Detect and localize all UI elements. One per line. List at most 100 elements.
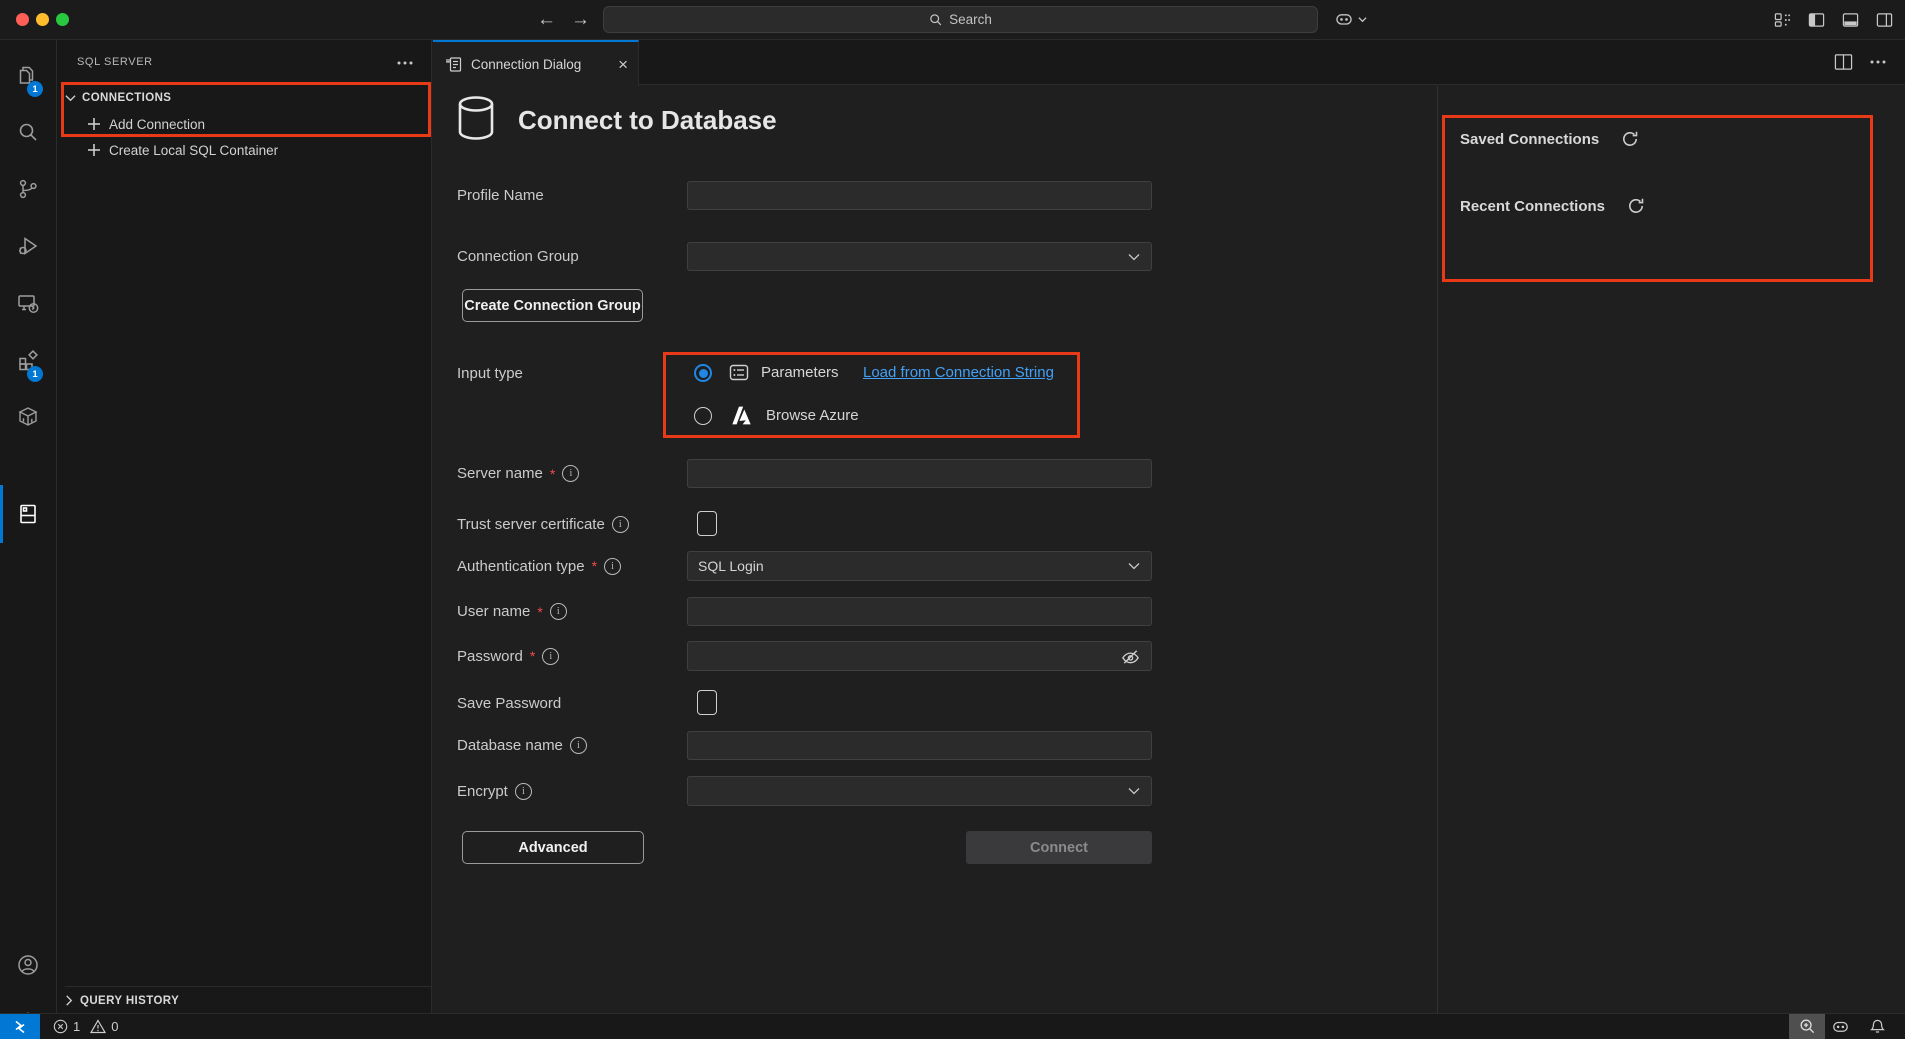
chevron-down-icon [1128,253,1140,261]
required-marker: * [530,648,535,664]
recent-connections-title: Recent Connections [1460,198,1605,215]
primary-sidebar: SQL SERVER CONNECTIONS Add Connection Cr… [57,40,432,1013]
parameters-radio[interactable] [694,364,712,382]
save-password-checkbox[interactable] [697,690,717,715]
database-name-label: Database name [457,731,587,760]
trust-server-certificate-label: Trust server certificate [457,510,629,538]
connection-group-dropdown[interactable] [687,242,1152,271]
error-count: 1 [73,1019,80,1034]
tab-close-icon[interactable]: × [618,56,628,73]
run-debug-icon[interactable] [16,234,40,258]
zoom-status-item[interactable] [1789,1014,1825,1039]
search-label: Search [949,12,992,27]
back-arrow-icon[interactable]: ← [537,10,556,29]
search-view-icon[interactable] [16,120,40,144]
toggle-panel-icon[interactable] [1842,12,1859,28]
info-icon[interactable] [515,783,532,800]
info-icon[interactable] [570,737,587,754]
connections-section-label: CONNECTIONS [82,92,171,104]
query-history-section-header[interactable]: QUERY HISTORY [65,986,432,1014]
trust-server-certificate-checkbox[interactable] [697,511,717,536]
sql-server-view-icon[interactable] [16,502,40,526]
authentication-type-dropdown[interactable]: SQL Login [687,551,1152,581]
copilot-icon [1334,9,1354,29]
active-view-indicator [0,485,3,543]
command-center-search[interactable]: Search [603,6,1318,33]
connection-dialog-icon [445,55,463,73]
info-icon[interactable] [550,603,567,620]
toggle-secondary-sidebar-icon[interactable] [1876,12,1893,28]
required-marker: * [592,558,597,574]
browse-azure-radio-label[interactable]: Browse Azure [766,407,859,425]
eye-off-icon[interactable] [1120,646,1141,666]
load-from-connection-string-link[interactable]: Load from Connection String [863,364,1054,382]
info-icon[interactable] [542,648,559,665]
warning-icon [90,1019,106,1034]
editor-tab-bar [433,40,1905,85]
window-close-button[interactable] [16,13,29,26]
user-name-input[interactable] [687,597,1152,626]
activity-bar: 1 [0,40,57,1013]
accounts-icon[interactable] [16,953,40,977]
info-icon[interactable] [612,516,629,533]
split-editor-icon[interactable] [1834,53,1853,71]
password-label: Password* [457,641,559,671]
window-minimize-button[interactable] [36,13,49,26]
forward-arrow-icon[interactable]: → [571,10,590,29]
save-password-label: Save Password [457,689,561,717]
add-connection-label: Add Connection [109,117,205,132]
refresh-icon[interactable] [1627,197,1645,215]
vscode-window: ← → Search [0,0,1905,1039]
plus-icon [87,117,101,131]
password-input[interactable] [687,641,1152,671]
query-history-label: QUERY HISTORY [80,995,179,1007]
sidebar-more-actions-icon[interactable] [395,54,415,72]
connections-section-header[interactable]: CONNECTIONS [65,86,425,110]
connection-group-label: Connection Group [457,242,579,271]
encrypt-dropdown[interactable] [687,776,1152,806]
container-tools-icon[interactable] [16,405,40,429]
parameters-radio-label[interactable]: Parameters [761,364,839,382]
tab-connection-dialog[interactable]: Connection Dialog × [433,40,639,86]
status-bar: 1 0 [0,1013,1905,1039]
chevron-down-icon [1358,16,1367,23]
notifications-bell-icon[interactable] [1869,1018,1886,1035]
chevron-right-icon [65,995,73,1006]
authentication-type-value: SQL Login [698,558,764,574]
panel-divider [1437,86,1438,1013]
customize-layout-icon[interactable] [1774,12,1791,28]
remote-explorer-icon[interactable] [16,291,40,315]
chevron-down-icon [1128,787,1140,795]
window-zoom-button[interactable] [56,13,69,26]
editor-more-actions-icon[interactable] [1868,56,1888,68]
sidebar-item-add-connection[interactable]: Add Connection [87,111,427,137]
connection-dialog-webview [433,86,1905,1013]
copilot-menu[interactable] [1334,9,1367,29]
problems-status-item[interactable]: 1 0 [53,1014,118,1039]
connect-button[interactable]: Connect [966,831,1152,864]
profile-name-input[interactable] [687,181,1152,210]
copilot-status-icon[interactable] [1831,1017,1850,1036]
parameters-icon [729,363,749,382]
saved-connections-title: Saved Connections [1460,131,1599,148]
server-name-input[interactable] [687,459,1152,488]
database-name-input[interactable] [687,731,1152,760]
toggle-primary-sidebar-icon[interactable] [1808,12,1825,28]
required-marker: * [537,604,542,620]
sidebar-item-create-local-sql-container[interactable]: Create Local SQL Container [87,137,427,163]
info-icon[interactable] [562,465,579,482]
remote-indicator[interactable] [0,1014,40,1039]
server-name-label: Server name* [457,459,579,488]
browse-azure-radio[interactable] [694,407,712,425]
advanced-button[interactable]: Advanced [462,831,644,864]
sidebar-title: SQL SERVER [77,56,153,68]
refresh-icon[interactable] [1621,130,1639,148]
encrypt-label: Encrypt [457,776,532,806]
explorer-badge: 1 [27,81,43,97]
create-connection-group-button[interactable]: Create Connection Group [462,289,643,322]
search-icon [929,13,943,27]
source-control-icon[interactable] [16,177,40,201]
extensions-badge: 1 [27,366,43,382]
info-icon[interactable] [604,558,621,575]
title-bar: ← → Search [0,0,1905,40]
